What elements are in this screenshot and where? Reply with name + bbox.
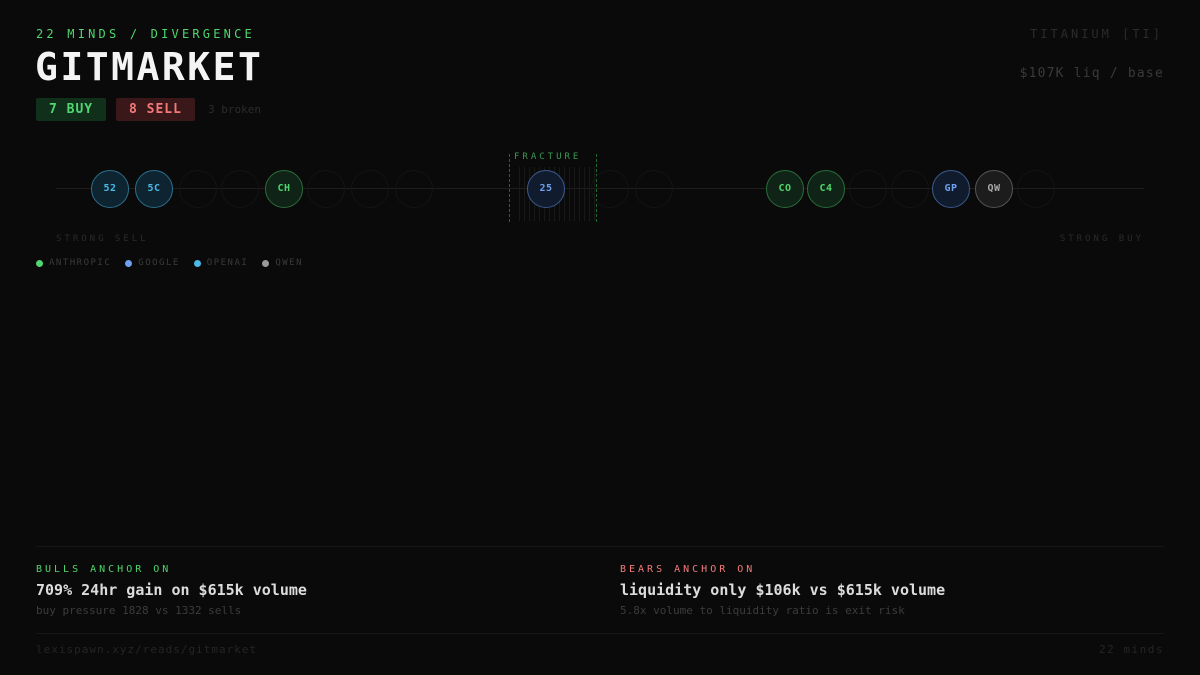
bulls-claim: 709% 24hr gain on $615k volume [36,581,307,599]
ghost-node [635,170,673,208]
mind-node-gp[interactable]: GP [932,170,970,208]
buy-count-badge: 7 BUY [36,98,107,121]
liquidity-label: $107K liq / base [1019,66,1164,81]
legend-item-google: GOOGLE [125,258,180,268]
mind-node-25[interactable]: 25 [527,170,565,208]
ghost-node [351,170,389,208]
page-title: GITMARKET [35,45,264,89]
asset-label: TITANIUM [TI] [1030,27,1163,41]
bears-detail: 5.8x volume to liquidity ratio is exit r… [620,604,905,617]
bears-claim: liquidity only $106k vs $615k volume [620,581,946,599]
bulls-label: BULLS ANCHOR ON [36,564,172,575]
mind-node-ch[interactable]: CH [265,170,303,208]
bulls-detail: buy pressure 1828 vs 1332 sells [36,604,242,617]
mind-node-co[interactable]: CO [766,170,804,208]
ghost-node [307,170,345,208]
sell-count-badge: 8 SELL [116,98,195,121]
legend-item-anthropic: ANTHROPIC [36,258,111,268]
ghost-node [591,170,629,208]
footer-count: 22 minds [1099,643,1164,656]
divider [36,633,1164,634]
ghost-node [395,170,433,208]
ghost-node [1017,170,1055,208]
mind-node-c4[interactable]: C4 [807,170,845,208]
ghost-node [221,170,259,208]
legend-label: QWEN [275,258,303,268]
legend-item-qwen: QWEN [262,258,303,268]
fracture-label: FRACTURE [514,152,582,162]
legend-label: GOOGLE [138,258,180,268]
strong-sell-label: STRONG SELL [56,234,149,244]
ghost-node [849,170,887,208]
legend-label: OPENAI [206,258,249,268]
strong-buy-label: STRONG BUY [1059,234,1144,244]
kicker-label: 22 MINDS / DIVERGENCE [36,27,255,41]
legend-label: ANTHROPIC [49,258,112,268]
legend-dot-icon [36,259,43,267]
legend-dot-icon [262,259,270,267]
footer-url[interactable]: lexispawn.xyz/reads/gitmarket [36,643,257,656]
provider-legend: ANTHROPIC GOOGLE OPENAI QWEN [36,258,303,268]
bears-label: BEARS ANCHOR ON [620,564,756,575]
legend-item-openai: OPENAI [193,258,249,268]
ghost-node [179,170,217,208]
legend-dot-icon [125,259,133,267]
mind-node-qw[interactable]: QW [975,170,1013,208]
ghost-node [891,170,929,208]
mind-node-52[interactable]: 52 [91,170,129,208]
broken-count-label: 3 broken [208,103,261,116]
legend-dot-icon [193,259,201,267]
mind-node-5c[interactable]: 5C [135,170,173,208]
divider [36,546,1164,547]
